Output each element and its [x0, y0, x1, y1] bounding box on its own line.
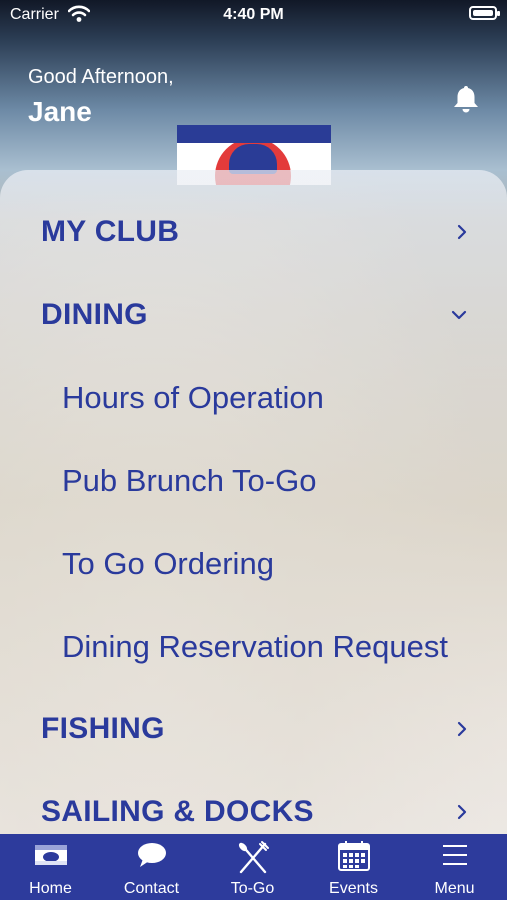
menu-section-fishing[interactable]: FISHING: [0, 694, 507, 764]
tab-label: Events: [329, 880, 378, 897]
tab-home[interactable]: Home: [0, 834, 101, 900]
club-flag-icon: [34, 845, 67, 865]
tab-label: Contact: [123, 880, 180, 897]
menu-section-label: DINING: [41, 298, 148, 331]
chevron-right-icon: [457, 721, 467, 737]
calendar-icon: [337, 841, 370, 871]
menu-subitem-label: To Go Ordering: [62, 546, 274, 581]
tab-label: Home: [29, 880, 72, 897]
user-name: Jane: [28, 96, 92, 127]
chevron-down-icon: [451, 310, 467, 320]
menu-section-label: MY CLUB: [41, 215, 180, 248]
menu-subitem-dining-reservation-request[interactable]: Dining Reservation Request: [0, 612, 507, 682]
tab-events[interactable]: Events: [303, 834, 404, 900]
notification-bell-icon[interactable]: [452, 84, 480, 114]
menu-subitem-pub-brunch-to-go[interactable]: Pub Brunch To-Go: [0, 446, 507, 516]
battery-icon: [469, 6, 500, 20]
menu-section-my-club[interactable]: MY CLUB: [0, 197, 507, 267]
menu-section-sailing-docks[interactable]: SAILING & DOCKS: [0, 777, 507, 834]
tab-to-go[interactable]: To-Go: [202, 834, 303, 900]
menu-subitem-to-go-ordering[interactable]: To Go Ordering: [0, 529, 507, 599]
menu-section-dining[interactable]: DINING: [0, 280, 507, 350]
clock: 4:40 PM: [223, 6, 284, 23]
chevron-right-icon: [457, 224, 467, 240]
tab-bar: Home Contact To-Go Events Menu: [0, 834, 507, 900]
tab-label: Menu: [434, 880, 475, 897]
menu-subitem-label: Hours of Operation: [62, 380, 324, 415]
menu-subitem-hours-of-operation[interactable]: Hours of Operation: [0, 363, 507, 433]
menu-section-label: FISHING: [41, 712, 165, 745]
tab-contact[interactable]: Contact: [101, 834, 202, 900]
tab-label: To-Go: [230, 880, 275, 897]
chat-bubble-icon: [137, 843, 166, 867]
menu-subitem-label: Pub Brunch To-Go: [62, 463, 317, 498]
status-bar: Carrier 4:40 PM: [0, 0, 507, 30]
menu-section-label: SAILING & DOCKS: [41, 795, 314, 828]
hamburger-menu-icon: [442, 845, 467, 865]
greeting-text: Good Afternoon,: [28, 66, 174, 88]
menu-subitem-label: Dining Reservation Request: [62, 629, 448, 664]
tab-menu[interactable]: Menu: [404, 834, 505, 900]
menu-panel: MY CLUB DINING Hours of Operation Pub Br…: [0, 170, 507, 834]
fork-knife-icon: [238, 841, 269, 874]
chevron-right-icon: [457, 804, 467, 820]
